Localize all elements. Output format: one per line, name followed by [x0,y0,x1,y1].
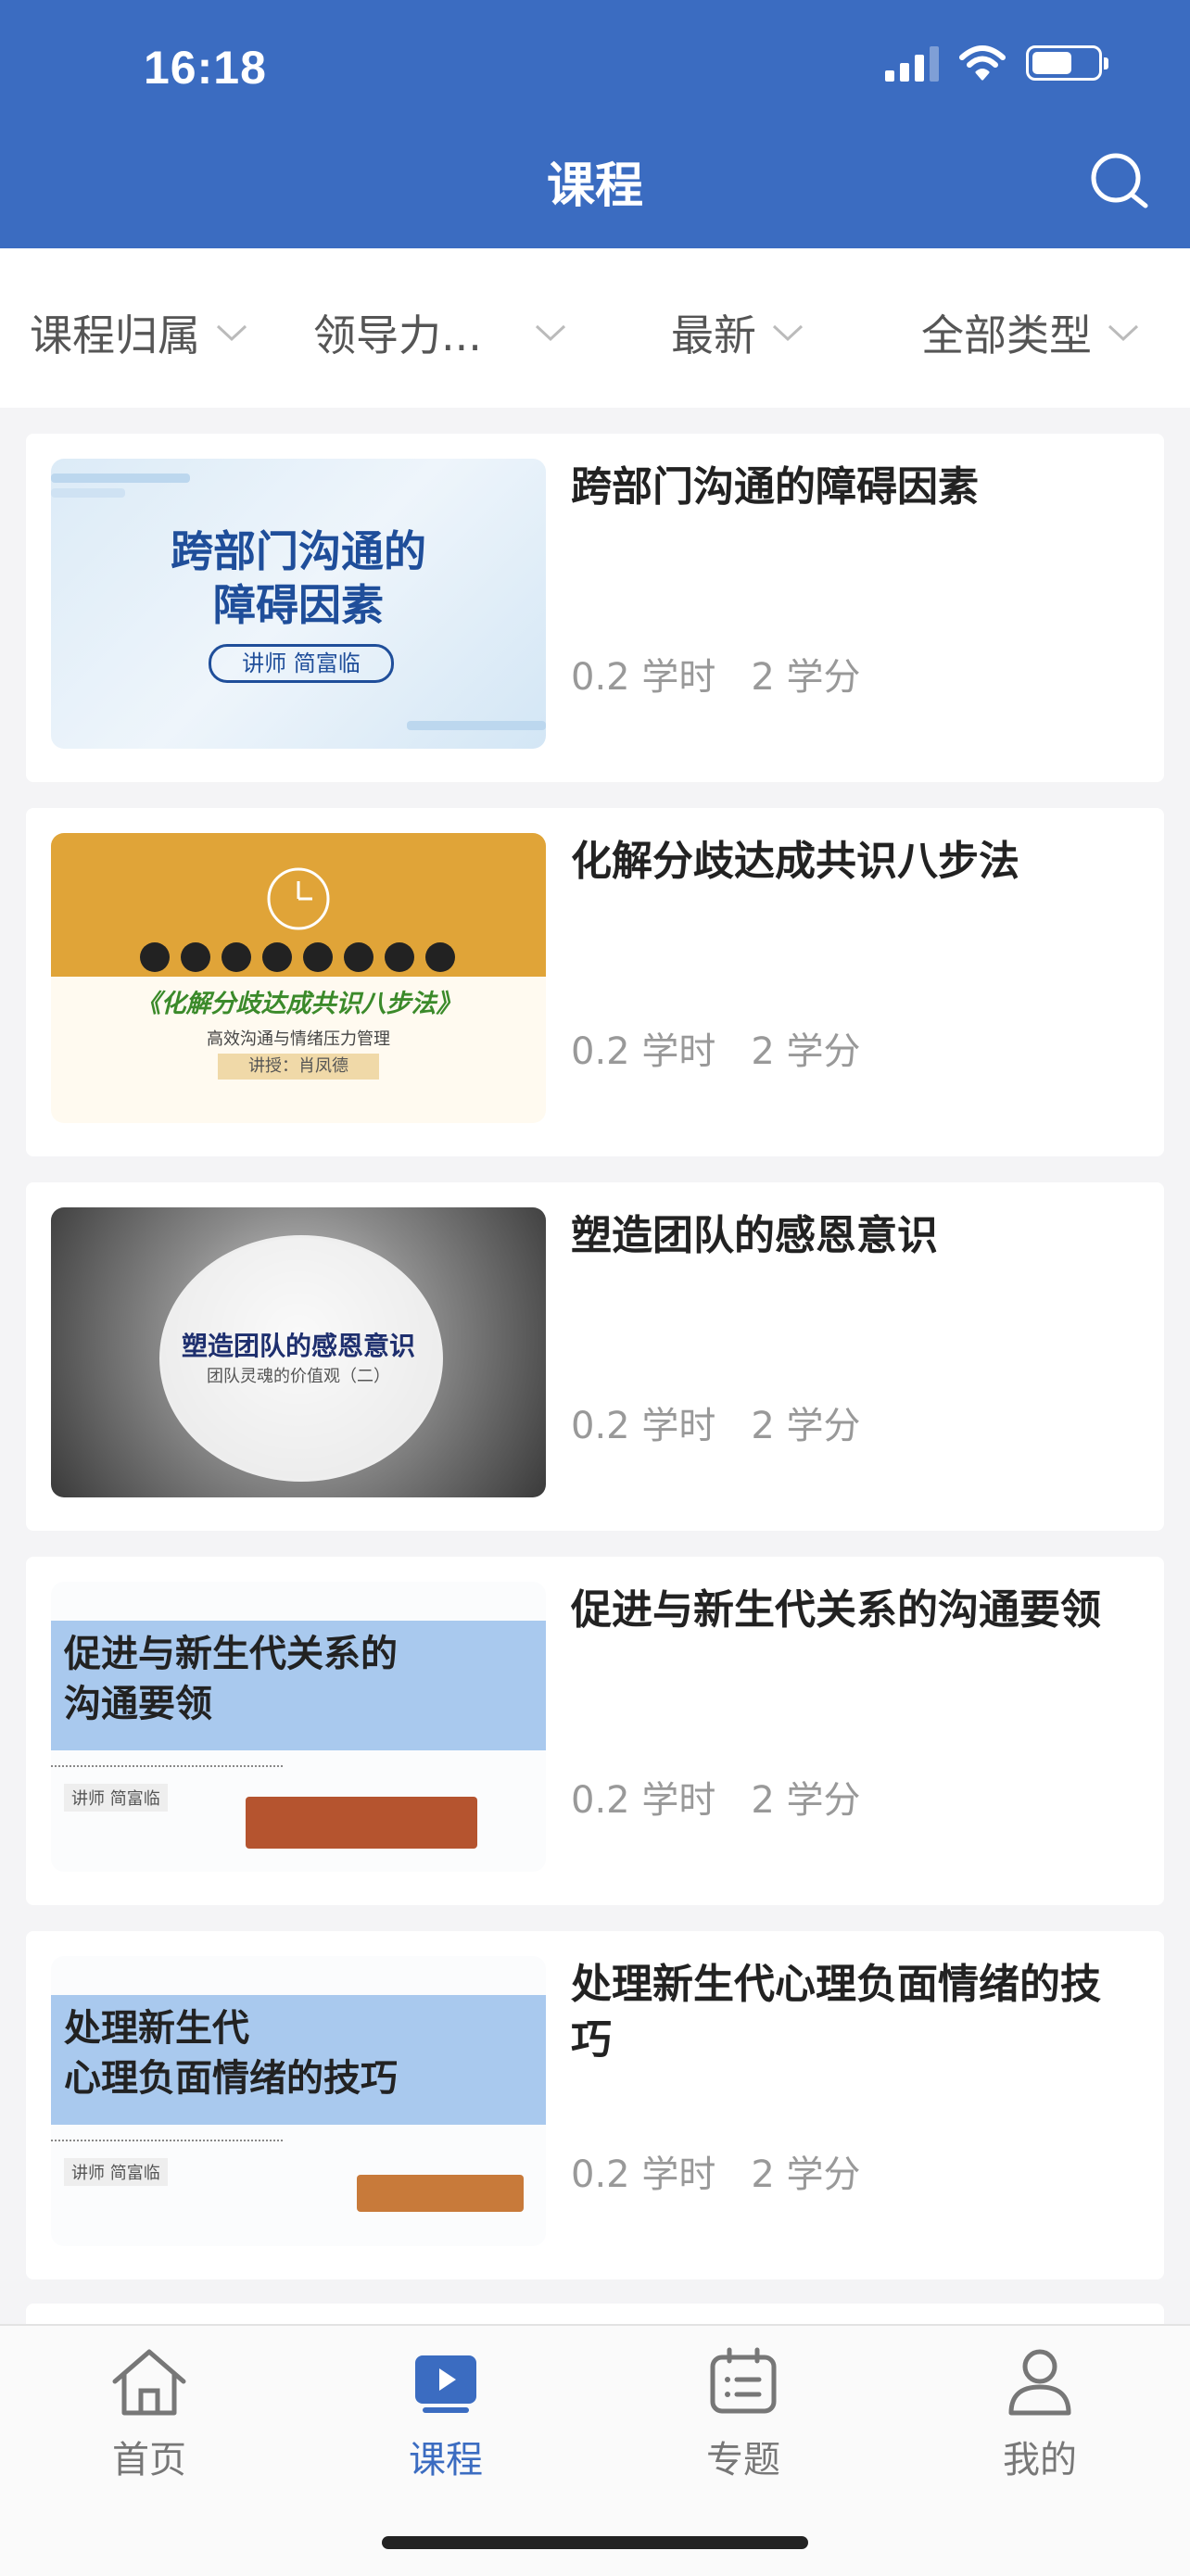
tab-label: 首页 [112,2439,186,2481]
home-icon [112,2349,186,2416]
tab-label: 我的 [1003,2439,1077,2481]
people-icon [140,942,455,972]
chevron-down-icon [535,324,565,342]
course-title: 促进与新生代关系的沟通要领 [571,1586,1101,1634]
course-credits: 2 学分 [751,2153,861,2196]
thumb-title-line: 《化解分歧达成共识八步法》 [135,990,462,1018]
desk-illustration [357,2175,524,2212]
course-hours: 0.2 学时 [571,1030,716,1073]
status-time: 16:18 [144,42,267,94]
course-thumbnail: 处理新生代 心理负面情绪的技巧 讲师 简富临 [51,1956,546,2246]
course-credits: 2 学分 [751,1779,861,1822]
page-title: 课程 [546,158,643,214]
course-card[interactable]: 处理新生代 心理负面情绪的技巧 讲师 简富临 处理新生代心理负面情绪的技巧 0.… [26,1931,1164,2279]
clock-icon [267,867,330,930]
filter-bar: 课程归属 领导力... 最新 全部类型 [0,248,1190,408]
thumb-subtitle: 高效沟通与情绪压力管理 [207,1029,390,1049]
tab-home[interactable]: 首页 [57,2344,242,2483]
thumb-title-line: 心理负面情绪的技巧 [64,2057,398,2100]
course-hours: 0.2 学时 [571,1779,716,1822]
course-title: 跨部门沟通的障碍因素 [571,463,979,511]
signal-icon [885,44,939,82]
tab-topics[interactable]: 专题 [651,2344,836,2483]
course-thumbnail: 跨部门沟通的 障碍因素 讲师 简富临 [51,459,546,749]
course-hours: 0.2 学时 [571,2153,716,2196]
filter-label: 领导力... [313,310,482,360]
course-title: 处理新生代心理负面情绪的技巧 [571,1961,1101,2064]
course-meta: 0.2 学时 2 学分 [571,2144,861,2198]
tab-label: 专题 [706,2439,780,2481]
thumb-lecturer: 讲师 简富临 [209,644,394,683]
course-thumbnail: 《化解分歧达成共识八步法》 高效沟通与情绪压力管理 讲授：肖凤德 [51,833,546,1123]
home-indicator [382,2536,808,2549]
thumb-title-line: 障碍因素 [213,580,384,630]
status-icons [885,44,1108,82]
course-credits: 2 学分 [751,1030,861,1073]
thumb-lecturer: 讲师 简富临 [64,2158,168,2186]
course-hours: 0.2 学时 [571,656,716,699]
filter-course-owner[interactable]: 课程归属 [30,302,248,363]
course-credits: 2 学分 [751,1405,861,1447]
course-thumbnail: 促进与新生代关系的 沟通要领 讲师 简富临 [51,1582,546,1872]
app-header: 16:18 课程 [0,0,1190,248]
course-card[interactable]: 跨部门沟通的 障碍因素 讲师 简富临 跨部门沟通的障碍因素 0.2 学时 2 学… [26,434,1164,782]
tab-label: 课程 [409,2439,483,2481]
filter-label: 课程归属 [30,310,200,360]
battery-icon [1026,45,1108,81]
topics-icon [710,2347,777,2414]
thumb-title-line: 促进与新生代关系的 [64,1633,398,1675]
course-title: 塑造团队的感恩意识 [571,1212,938,1259]
user-icon [1008,2349,1071,2416]
tab-mine[interactable]: 我的 [947,2344,1133,2483]
course-meta: 0.2 学时 2 学分 [571,1395,861,1449]
course-hours: 0.2 学时 [571,1405,716,1447]
chevron-down-icon [216,324,247,342]
filter-sort[interactable]: 最新 [671,302,804,363]
play-icon [415,2355,476,2413]
tab-courses[interactable]: 课程 [353,2344,538,2483]
thumb-title-line: 跨部门沟通的 [171,526,426,576]
course-card[interactable]: 《化解分歧达成共识八步法》 高效沟通与情绪压力管理 讲授：肖凤德 化解分歧达成共… [26,808,1164,1156]
chevron-down-icon [772,324,804,342]
course-meta: 0.2 学时 2 学分 [571,1021,861,1075]
filter-label: 全部类型 [921,310,1092,360]
thumb-lecturer: 讲授：肖凤德 [218,1054,379,1080]
course-meta: 0.2 学时 2 学分 [571,1770,861,1824]
filter-type[interactable]: 全部类型 [921,302,1140,363]
meeting-illustration [246,1797,477,1849]
course-meta: 0.2 学时 2 学分 [571,647,861,701]
course-credits: 2 学分 [751,656,861,699]
thumb-title-line: 处理新生代 [64,2007,249,2050]
course-card[interactable]: 塑造团队的感恩意识 团队灵魂的价值观（二） 塑造团队的感恩意识 0.2 学时 2… [26,1182,1164,1531]
wifi-icon [959,45,1006,81]
filter-label: 最新 [671,310,756,360]
filter-category[interactable]: 领导力... [313,302,567,363]
course-thumbnail: 塑造团队的感恩意识 团队灵魂的价值观（二） [51,1207,546,1497]
course-title: 化解分歧达成共识八步法 [571,838,1019,885]
thumb-title-line: 塑造团队的感恩意识 [181,1331,415,1361]
search-icon[interactable] [1088,148,1153,213]
course-card[interactable]: 促进与新生代关系的 沟通要领 讲师 简富临 促进与新生代关系的沟通要领 0.2 … [26,1557,1164,1905]
thumb-subtitle: 团队灵魂的价值观（二） [207,1367,390,1386]
thumb-title-line: 沟通要领 [64,1683,212,1725]
thumb-lecturer: 讲师 简富临 [64,1784,168,1812]
chevron-down-icon [1108,324,1139,342]
